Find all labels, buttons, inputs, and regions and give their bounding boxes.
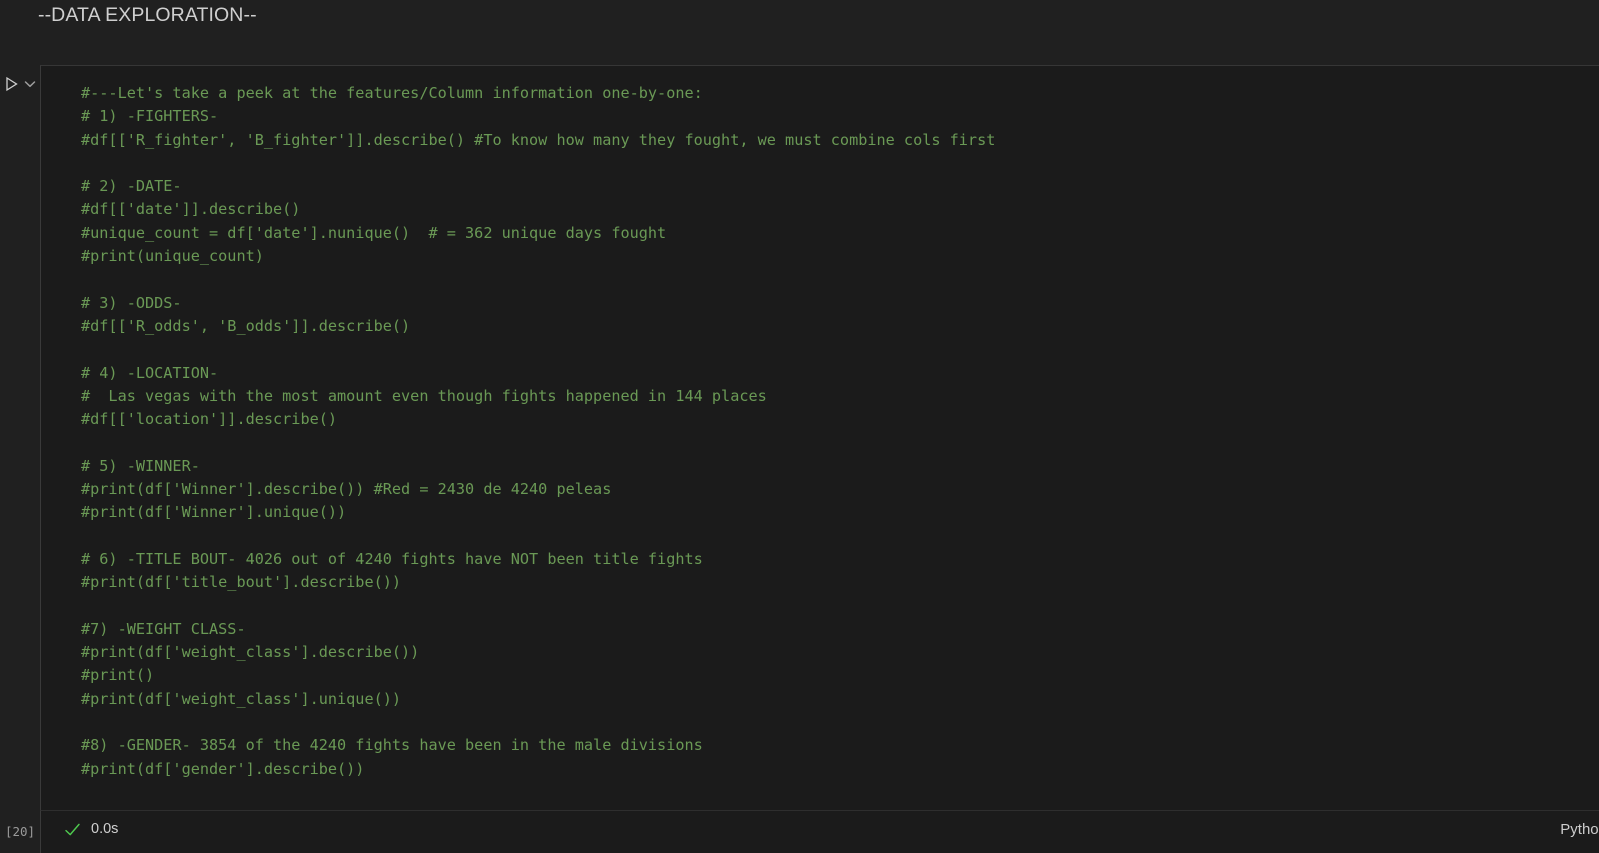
code-line: #unique_count = df['date'].nunique() # =… <box>81 223 667 242</box>
kernel-language-label[interactable]: Python <box>1560 821 1599 838</box>
page-title: --DATA EXPLORATION-- <box>38 4 257 26</box>
code-line: #---Let's take a peek at the features/Co… <box>81 84 703 102</box>
code-line: #7) -WEIGHT CLASS- <box>81 619 246 638</box>
code-line: # 1) -FIGHTERS- <box>81 107 219 126</box>
check-icon <box>63 821 81 839</box>
code-line: # Las vegas with the most amount even th… <box>81 386 767 405</box>
code-line: # 6) -TITLE BOUT- 4026 out of 4240 fight… <box>81 549 703 568</box>
chevron-down-icon <box>24 80 36 88</box>
run-cell-button[interactable] <box>1 73 21 95</box>
code-line: #print(df['title_bout'].describe()) <box>81 573 402 592</box>
code-line: #df[['location']].describe() <box>81 410 338 429</box>
execution-count: [20] <box>0 810 40 853</box>
code-line: #8) -GENDER- 3854 of the 4240 fights hav… <box>81 736 703 755</box>
code-line: # 4) -LOCATION- <box>81 363 219 382</box>
code-line: #print(df['weight_class'].describe()) <box>81 643 420 662</box>
code-line: #print(df['weight_class'].unique()) <box>81 689 402 708</box>
code-line: #print(df['Winner'].unique()) <box>81 503 347 522</box>
code-line: #print() <box>81 666 155 685</box>
code-line: # 2) -DATE- <box>81 177 182 196</box>
code-line: # 5) -WINNER- <box>81 456 200 475</box>
cell-run-gutter <box>0 65 40 810</box>
markdown-cell[interactable]: --DATA EXPLORATION-- <box>0 0 1599 65</box>
code-text[interactable]: #---Let's take a peek at the features/Co… <box>81 82 995 781</box>
code-line: #df[['date']].describe() <box>81 200 301 219</box>
code-line: # 3) -ODDS- <box>81 293 182 312</box>
execution-elapsed-time: 0.0s <box>91 821 119 837</box>
code-line: #print(df['Winner'].describe()) #Red = 2… <box>81 480 612 499</box>
code-line: #df[['R_odds', 'B_odds']].describe() <box>81 316 411 335</box>
play-triangle-icon <box>4 76 19 92</box>
code-line: #df[['R_fighter', 'B_fighter']].describe… <box>81 130 996 149</box>
cell-status-bar: 0.0s Python <box>40 810 1599 853</box>
cell-more-actions-button[interactable] <box>22 75 38 93</box>
code-cell-editor[interactable]: #---Let's take a peek at the features/Co… <box>40 65 1599 810</box>
code-line: #print(unique_count) <box>81 247 264 266</box>
code-line: #print(df['gender'].describe()) <box>81 759 365 778</box>
